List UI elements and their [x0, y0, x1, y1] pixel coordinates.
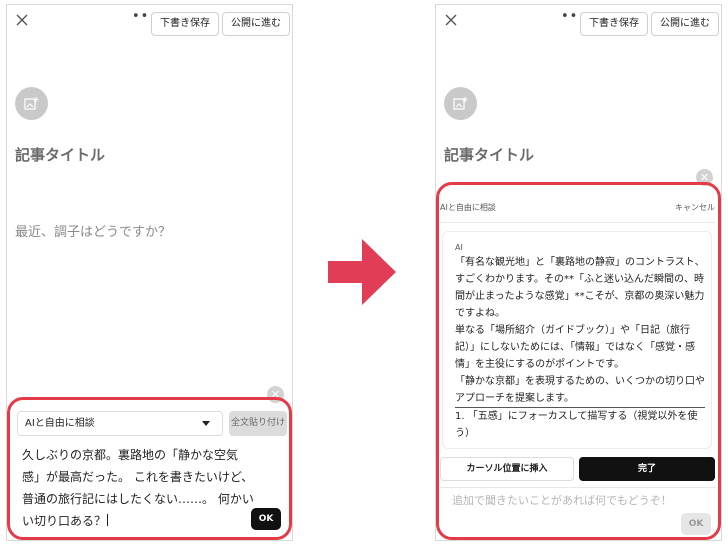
prompt-line: 感」が最高だった。 これを書きたいけど、 — [22, 470, 254, 484]
save-draft-button[interactable]: 下書き保存 — [151, 12, 219, 36]
ai-response: AI 「有名な観光地」と「裏路地の静寂」のコントラスト、すごくわかります。その*… — [442, 231, 712, 449]
add-image-icon — [24, 97, 39, 110]
ok-button[interactable]: OK — [251, 508, 281, 530]
paste-all-button[interactable]: 全文貼り付け — [229, 411, 287, 436]
close-icon[interactable] — [15, 13, 29, 27]
ai-label: AI — [455, 243, 463, 252]
followup-input[interactable]: 追加で聞きたいことがあれば何でもどうぞ！ — [452, 490, 672, 511]
title-placeholder[interactable]: 記事タイトル — [444, 144, 534, 165]
assistant-header: AIと自由に相談 キャンセル — [440, 202, 715, 222]
editor-screen-after: ••• 下書き保存 公開に進む 記事タイトル ✕ AIと自由に相談 キャンセル … — [435, 4, 722, 541]
ai-paragraph: 単なる「場所紹介（ガイドブック）」や「日記（旅行記）」にしないためには、「情報」… — [455, 325, 695, 370]
body-placeholder[interactable]: 最近、調子はどうですか？ — [15, 221, 171, 240]
chevron-down-icon — [202, 421, 210, 426]
divider — [440, 487, 715, 488]
prompt-input[interactable]: 久しぶりの京都。裏路地の「静かな空気 感」が最高だった。 これを書きたいけど、 … — [22, 444, 254, 532]
insert-at-cursor-button[interactable]: カーソル位置に挿入 — [440, 457, 574, 481]
add-image-button[interactable] — [15, 87, 48, 120]
done-button[interactable]: 完了 — [579, 457, 715, 481]
ai-list-item: 1. 「五感」にフォーカスして描写する（視覚以外を使う） — [455, 407, 705, 442]
mode-select[interactable]: AIと自由に相談 — [17, 411, 223, 436]
mode-select-label: AIと自由に相談 — [25, 418, 95, 429]
ai-paragraph: 「有名な観光地」と「裏路地の静寂」のコントラスト、すごくわかります。その**「ふ… — [455, 257, 705, 319]
publish-button[interactable]: 公開に進む — [651, 12, 719, 36]
assistant-title: AIと自由に相談 — [440, 203, 496, 212]
text-cursor — [107, 514, 109, 526]
title-placeholder[interactable]: 記事タイトル — [15, 144, 105, 165]
close-icon[interactable] — [444, 13, 458, 27]
cancel-button[interactable]: キャンセル — [675, 202, 715, 213]
add-image-button[interactable] — [444, 87, 477, 120]
editor-screen-before: ••• 下書き保存 公開に進む 記事タイトル 最近、調子はどうですか？ ✕ AI… — [6, 4, 293, 541]
save-draft-button[interactable]: 下書き保存 — [580, 12, 648, 36]
ok-button[interactable]: OK — [681, 513, 711, 535]
right-arrow-icon — [328, 239, 396, 305]
divider — [440, 222, 715, 223]
ai-paragraph: 「静かな京都」を表現するための、いくつかの切り口やアプローチを提案します。 — [455, 376, 705, 404]
ai-response-text: 「有名な観光地」と「裏路地の静寂」のコントラスト、すごくわかります。その**「ふ… — [455, 254, 705, 442]
prompt-line: 久しぶりの京都。裏路地の「静かな空気 — [22, 448, 239, 462]
prompt-line: 普通の旅行記にはしたくない……。 何かい — [22, 492, 254, 506]
publish-button[interactable]: 公開に進む — [222, 12, 290, 36]
prompt-line: い切り口ある？ — [22, 514, 107, 528]
add-image-icon — [453, 97, 468, 110]
